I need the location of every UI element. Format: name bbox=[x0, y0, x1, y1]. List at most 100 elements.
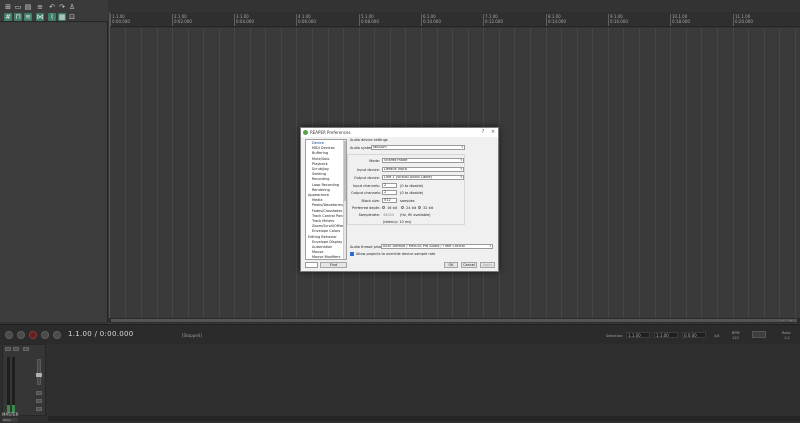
repeat-button[interactable] bbox=[53, 331, 61, 339]
selection-end-field[interactable]: 1.1.00 bbox=[654, 332, 678, 338]
category-item[interactable]: Playback bbox=[312, 162, 328, 166]
ruler-label: 6.1.00 0:10.000 bbox=[423, 14, 441, 24]
time-signature[interactable]: 4/4 bbox=[714, 334, 720, 338]
scroll-thumb[interactable] bbox=[344, 141, 346, 201]
tempo-tap-icon[interactable] bbox=[752, 331, 766, 338]
output-channels-input[interactable]: 2 bbox=[382, 190, 397, 195]
audio-system-select[interactable]: WASAPI ▾ bbox=[371, 145, 465, 150]
scroll-thumb[interactable] bbox=[111, 319, 797, 322]
output-device-select[interactable]: Line 1 (Virtual Audio Cable) ▾ bbox=[382, 175, 464, 180]
master-fader-handle[interactable] bbox=[36, 373, 42, 377]
dialog-title-bar[interactable]: REAPER Preferences ? × bbox=[301, 128, 498, 137]
category-item[interactable]: Track Meters bbox=[312, 219, 334, 223]
help-icon[interactable]: ? bbox=[479, 129, 487, 136]
category-item[interactable]: Recording bbox=[312, 177, 330, 181]
mixer-tab[interactable]: Mixer bbox=[2, 418, 18, 422]
master-phase-button[interactable] bbox=[36, 399, 42, 403]
category-item[interactable]: Automation bbox=[312, 245, 332, 249]
category-item[interactable]: Seeking bbox=[312, 172, 326, 176]
redo-icon[interactable]: ↷ bbox=[58, 3, 66, 11]
category-item[interactable]: Mouse Modifiers bbox=[312, 255, 340, 259]
master-fader[interactable] bbox=[37, 359, 41, 385]
grid-line bbox=[577, 28, 578, 324]
category-item[interactable]: Mouse bbox=[312, 250, 323, 254]
category-item[interactable]: Device bbox=[312, 141, 324, 145]
find-button[interactable]: Find bbox=[320, 262, 347, 268]
category-item[interactable]: Buffering bbox=[312, 151, 328, 155]
category-item[interactable]: Appearance bbox=[308, 193, 329, 197]
play-button[interactable] bbox=[17, 331, 25, 339]
category-item[interactable]: Scrub/Jog bbox=[312, 167, 329, 171]
mixer-scrollbar[interactable] bbox=[48, 416, 800, 421]
ruler-tick bbox=[110, 14, 111, 26]
chevron-down-icon: ▾ bbox=[460, 175, 462, 179]
bpm-value[interactable]: 120 bbox=[732, 336, 739, 340]
category-item[interactable]: Zoom/Scroll/Offset bbox=[312, 224, 345, 228]
stop-button[interactable] bbox=[41, 331, 49, 339]
depth-16-radio[interactable] bbox=[382, 206, 385, 209]
grid-icon[interactable]: # bbox=[4, 13, 12, 21]
project-settings-icon[interactable]: ≡ bbox=[36, 3, 44, 11]
thread-priority-select[interactable]: ASIO Default / MMCSS Pro Audio / Time Cr… bbox=[381, 244, 493, 249]
grid-line bbox=[265, 28, 266, 324]
zoom-in-icon[interactable]: + bbox=[788, 318, 793, 323]
ruler-tick bbox=[546, 14, 547, 26]
master-mute-button[interactable] bbox=[5, 347, 11, 351]
category-item[interactable]: Peaks/Waveforms bbox=[312, 203, 343, 207]
find-input[interactable] bbox=[305, 262, 318, 268]
undo-icon[interactable]: ↶ bbox=[48, 3, 56, 11]
record-button[interactable] bbox=[29, 331, 37, 339]
selection-length-field[interactable]: 0.0.00 bbox=[682, 332, 706, 338]
allow-override-checkbox[interactable] bbox=[350, 252, 354, 256]
depth-24-radio[interactable] bbox=[401, 206, 404, 209]
item-grouping-icon[interactable]: ▦ bbox=[58, 13, 66, 21]
master-fx-button[interactable] bbox=[23, 347, 29, 351]
auto-crossfade-icon[interactable]: ⋈ bbox=[36, 13, 44, 21]
ruler-label: 3.1.00 0:04.000 bbox=[236, 14, 254, 24]
reaper-window: ⊞ ▭ ▤ ≡ ↶ ↷ ♙ # ⊓ ≋ ⋈ ⌇ ▦ ⊡ 1.1.00 0:00.… bbox=[0, 0, 800, 423]
block-size-input[interactable]: 512 bbox=[382, 198, 397, 203]
master-env-button[interactable] bbox=[36, 407, 42, 411]
rate-value[interactable]: 1.0 bbox=[784, 336, 790, 340]
category-item[interactable]: Loop Recording bbox=[312, 183, 339, 187]
category-item[interactable]: Envelope Display bbox=[312, 240, 342, 244]
depth-24-label: 24 bit bbox=[406, 206, 417, 210]
track-control-panel[interactable] bbox=[0, 22, 108, 322]
input-channels-input[interactable]: 2 bbox=[382, 183, 397, 188]
arrange-horizontal-scrollbar[interactable] bbox=[109, 318, 800, 323]
new-project-icon[interactable]: ⊞ bbox=[4, 3, 12, 11]
apply-button[interactable]: Apply bbox=[480, 262, 495, 268]
category-item[interactable]: Fades/Crossfades bbox=[312, 209, 342, 213]
depth-32-radio[interactable] bbox=[418, 206, 421, 209]
category-item[interactable]: MIDI Devices bbox=[312, 146, 335, 150]
selection-start-field[interactable]: 1.1.00 bbox=[626, 332, 650, 338]
category-item[interactable]: Mute/Solo bbox=[312, 157, 329, 161]
save-project-icon[interactable]: ▤ bbox=[24, 3, 32, 11]
input-device-select[interactable]: Default input ▾ bbox=[382, 167, 464, 172]
go-to-start-button[interactable] bbox=[5, 331, 13, 339]
category-item[interactable]: Rendering bbox=[312, 188, 330, 192]
master-route-button[interactable] bbox=[36, 391, 42, 395]
zoom-out-icon[interactable]: − bbox=[780, 318, 785, 323]
ok-button[interactable]: OK bbox=[444, 262, 458, 268]
preferences-category-list[interactable]: Device MIDI Devices Buffering Mute/Solo Play… bbox=[305, 139, 347, 260]
input-channels-label: Input channels: bbox=[352, 184, 380, 188]
category-item[interactable]: Track Control Panels bbox=[312, 214, 346, 218]
timeline-ruler[interactable]: 1.1.00 0:00.000 2.1.00 0:02.000 3.1.00 0… bbox=[109, 12, 800, 27]
close-icon[interactable]: × bbox=[489, 129, 497, 136]
category-item[interactable]: Envelope Colors bbox=[312, 229, 340, 233]
envelope-lock-icon[interactable]: ⌇ bbox=[48, 13, 56, 21]
category-item[interactable]: Media bbox=[312, 198, 323, 202]
master-solo-button[interactable] bbox=[13, 347, 19, 351]
category-item[interactable]: Editing Behavior bbox=[308, 235, 337, 239]
metronome-icon[interactable]: ♙ bbox=[68, 3, 76, 11]
snap-icon[interactable]: ⊓ bbox=[14, 13, 22, 21]
cancel-button[interactable]: Cancel bbox=[461, 262, 477, 268]
lock-icon[interactable]: ⊡ bbox=[68, 13, 76, 21]
output-device-value: Line 1 (Virtual Audio Cable) bbox=[384, 175, 433, 179]
ripple-icon[interactable]: ≋ bbox=[24, 13, 32, 21]
grid-line bbox=[795, 28, 796, 324]
category-list-scrollbar[interactable] bbox=[343, 140, 346, 259]
open-project-icon[interactable]: ▭ bbox=[14, 3, 22, 11]
mode-select[interactable]: Shared mode ▾ bbox=[382, 158, 464, 163]
